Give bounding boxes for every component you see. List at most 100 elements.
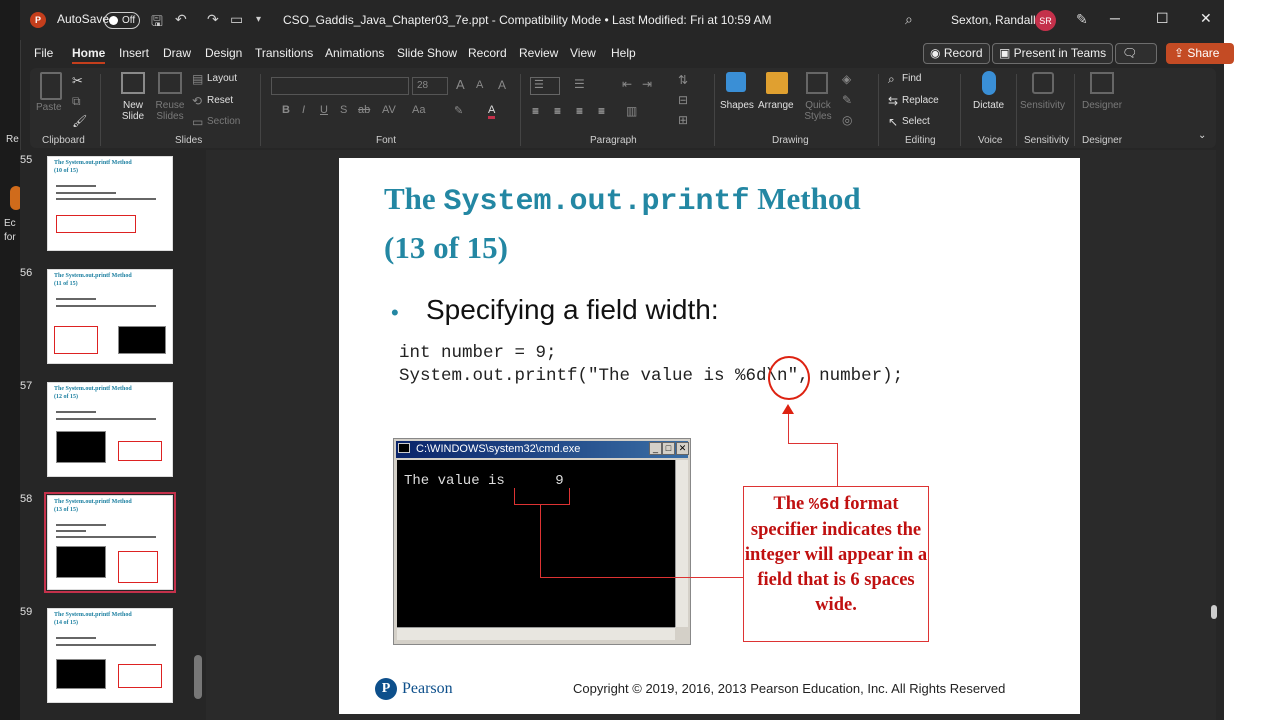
thumbnail-slide-56[interactable]: The System.out.printf Method (11 of 15) xyxy=(47,269,173,364)
paste-icon[interactable] xyxy=(40,72,62,100)
maximize-icon[interactable]: ☐ xyxy=(1156,10,1169,27)
font-name-box[interactable] xyxy=(271,77,409,95)
change-case-icon[interactable]: Aa xyxy=(412,104,425,116)
layout-icon[interactable]: ▤ xyxy=(192,72,203,86)
columns-icon[interactable]: ▥ xyxy=(626,104,637,118)
code-line-2[interactable]: System.out.printf("The value is %6d\n", … xyxy=(399,366,903,386)
shadow-icon[interactable]: S xyxy=(340,104,347,116)
collapse-ribbon-icon[interactable]: ⌄ xyxy=(1198,130,1206,141)
present-in-teams-button[interactable]: ▣ Present in Teams xyxy=(992,43,1114,64)
designer-button[interactable]: Designer xyxy=(1082,100,1122,111)
microphone-icon[interactable] xyxy=(982,71,996,95)
user-name[interactable]: Sexton, Randall S xyxy=(951,13,1047,27)
shape-outline-icon[interactable]: ✎ xyxy=(842,93,852,107)
shapes-icon[interactable] xyxy=(726,72,746,92)
copy-icon[interactable]: ⧉ xyxy=(72,94,81,109)
menu-file[interactable]: File xyxy=(34,46,53,60)
shape-effects-icon[interactable]: ◎ xyxy=(842,113,852,127)
spacing-icon[interactable]: AV xyxy=(382,104,396,116)
grow-font-icon[interactable]: A xyxy=(456,77,465,92)
quick-styles-icon[interactable] xyxy=(806,72,828,94)
present-icon[interactable]: ▭ xyxy=(230,11,243,28)
comments-button[interactable]: 🗨 xyxy=(1115,43,1157,64)
designer-icon[interactable] xyxy=(1090,72,1114,94)
layout-button[interactable]: Layout xyxy=(207,73,237,84)
quick-styles-button[interactable]: Quick Styles xyxy=(800,100,836,122)
font-color-icon[interactable]: A xyxy=(488,104,496,119)
format-painter-icon[interactable]: 🖌 xyxy=(72,114,87,128)
thumbnail-slide-57[interactable]: The System.out.printf Method (12 of 15) xyxy=(47,382,173,477)
sensitivity-button[interactable]: Sensitivity xyxy=(1020,100,1065,111)
menu-review[interactable]: Review xyxy=(519,46,558,60)
slide-title[interactable]: The System.out.printf Method (13 of 15) xyxy=(384,176,861,270)
callout-box[interactable]: The %6d format specifier indicates the i… xyxy=(743,486,929,642)
thumbnail-slide-58[interactable]: The System.out.printf Method (13 of 15) xyxy=(44,492,176,593)
bold-icon[interactable]: B xyxy=(282,104,290,116)
clear-format-icon[interactable]: A xyxy=(498,78,506,92)
find-icon[interactable]: ⌕ xyxy=(888,72,895,87)
align-right-icon[interactable]: ≡ xyxy=(576,104,583,118)
menu-design[interactable]: Design xyxy=(205,46,242,60)
dictate-button[interactable]: Dictate xyxy=(973,100,1004,111)
thumbnail-slide-59[interactable]: The System.out.printf Method (14 of 15) xyxy=(47,608,173,703)
menu-transitions[interactable]: Transitions xyxy=(255,46,313,60)
share-button[interactable]: ⇪ Share xyxy=(1166,43,1234,64)
menu-view[interactable]: View xyxy=(570,46,596,60)
select-icon[interactable]: ↖ xyxy=(888,115,898,129)
bullet-text[interactable]: Specifying a field width: xyxy=(426,294,719,326)
thumbnail-scrollbar[interactable] xyxy=(194,655,202,699)
new-slide-icon[interactable] xyxy=(121,72,145,94)
bullets-icon[interactable]: ☰ xyxy=(530,77,560,95)
shrink-font-icon[interactable]: A xyxy=(476,79,483,91)
highlight-icon[interactable]: ✎ xyxy=(454,104,463,117)
document-title[interactable]: CSO_Gaddis_Java_Chapter03_7e.ppt - Compa… xyxy=(283,13,771,27)
smartart-icon[interactable]: ⊞ xyxy=(678,113,688,127)
text-direction-icon[interactable]: ⇅ xyxy=(678,73,688,87)
align-text-icon[interactable]: ⊟ xyxy=(678,93,688,107)
font-size-box[interactable]: 28 xyxy=(412,77,448,95)
strikethrough-icon[interactable]: ab xyxy=(358,104,370,116)
increase-indent-icon[interactable]: ⇥ xyxy=(642,77,652,91)
record-button[interactable]: ◉ Record xyxy=(923,43,990,64)
menu-slide-show[interactable]: Slide Show xyxy=(397,46,457,60)
minimize-icon[interactable]: ─ xyxy=(1110,10,1120,26)
menu-animations[interactable]: Animations xyxy=(325,46,384,60)
console-window[interactable]: C:\WINDOWS\system32\cmd.exe _ □ ✕ The va… xyxy=(393,438,691,645)
menu-insert[interactable]: Insert xyxy=(119,46,149,60)
replace-icon[interactable]: ⇆ xyxy=(888,94,898,108)
italic-icon[interactable]: I xyxy=(302,104,305,116)
reset-button[interactable]: Reset xyxy=(207,95,233,106)
find-button[interactable]: Find xyxy=(902,73,921,84)
avatar[interactable]: SR xyxy=(1035,10,1056,31)
menu-draw[interactable]: Draw xyxy=(163,46,191,60)
section-button[interactable]: Section xyxy=(207,116,240,127)
powerpoint-logo-icon[interactable]: P xyxy=(30,12,46,28)
redo-icon[interactable]: ↷ xyxy=(207,11,219,28)
thumbnail-slide-55[interactable]: The System.out.printf Method (10 of 15) xyxy=(47,156,173,251)
arrange-icon[interactable] xyxy=(766,72,788,94)
pen-icon[interactable]: ✎ xyxy=(1076,11,1088,28)
section-icon[interactable]: ▭ xyxy=(192,115,203,129)
select-button[interactable]: Select xyxy=(902,116,930,127)
cut-icon[interactable]: ✂ xyxy=(72,73,83,89)
numbering-icon[interactable]: ☰ xyxy=(574,77,585,91)
autosave-toggle[interactable]: Off xyxy=(104,12,140,29)
align-center-icon[interactable]: ≡ xyxy=(554,104,561,118)
new-slide-label[interactable]: New Slide xyxy=(118,100,148,122)
menu-help[interactable]: Help xyxy=(611,46,636,60)
search-icon[interactable]: ⌕ xyxy=(905,11,913,28)
close-icon[interactable]: ✕ xyxy=(1200,10,1212,27)
replace-button[interactable]: Replace xyxy=(902,95,939,106)
save-icon[interactable]: 🖫 xyxy=(151,11,163,35)
menu-home[interactable]: Home xyxy=(72,46,106,64)
slide-thumbnails-pane[interactable]: 55 The System.out.printf Method (10 of 1… xyxy=(20,150,206,720)
justify-icon[interactable]: ≡ xyxy=(598,104,605,118)
reset-icon[interactable]: ⟲ xyxy=(192,94,202,108)
shapes-button[interactable]: Shapes xyxy=(720,100,754,111)
decrease-indent-icon[interactable]: ⇤ xyxy=(622,77,632,91)
customize-chevron-icon[interactable]: ▾ xyxy=(256,14,261,25)
highlight-circle[interactable] xyxy=(768,356,810,400)
code-line-1[interactable]: int number = 9; xyxy=(399,343,557,363)
menu-record[interactable]: Record xyxy=(468,46,507,60)
undo-icon[interactable]: ↶ xyxy=(175,11,187,28)
